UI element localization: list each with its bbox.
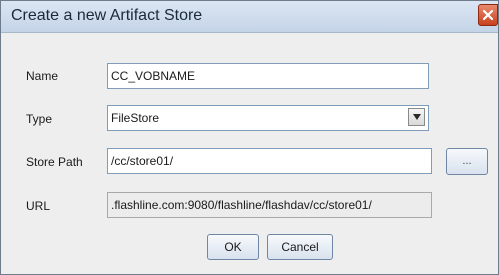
name-input[interactable]: CC_VOBNAME bbox=[107, 63, 429, 89]
cancel-button[interactable]: Cancel bbox=[267, 234, 333, 260]
close-button[interactable] bbox=[478, 4, 498, 26]
type-dropdown-button[interactable] bbox=[408, 108, 425, 126]
chevron-down-icon bbox=[413, 114, 421, 120]
url-label: URL bbox=[26, 199, 51, 213]
name-label: Name bbox=[26, 69, 59, 83]
type-select[interactable]: FileStore bbox=[107, 105, 429, 131]
browse-button[interactable]: ... bbox=[446, 148, 488, 175]
url-field: .flashline.com:9080/flashline/flashdav/c… bbox=[107, 192, 432, 218]
create-artifact-store-dialog: Create a new Artifact Store Name CC_VOBN… bbox=[0, 0, 499, 275]
store-path-input[interactable]: /cc/store01/ bbox=[107, 148, 432, 174]
dialog-title: Create a new Artifact Store bbox=[11, 7, 203, 24]
type-label: Type bbox=[26, 112, 53, 126]
ok-button[interactable]: OK bbox=[207, 234, 259, 260]
dialog-titlebar[interactable]: Create a new Artifact Store bbox=[1, 1, 498, 33]
close-icon bbox=[482, 9, 494, 21]
store-path-label: Store Path bbox=[26, 155, 83, 169]
